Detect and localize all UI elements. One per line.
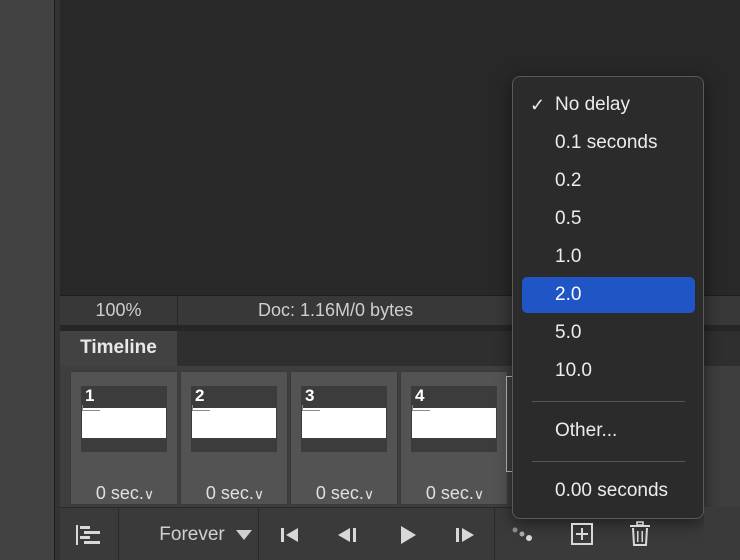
first-frame-icon[interactable] xyxy=(275,508,305,560)
frame-delay-value: 0 sec. xyxy=(205,483,254,503)
frame-2[interactable]: 2 0 sec.∨ xyxy=(180,371,288,505)
divider xyxy=(258,508,259,560)
timeline-convert-icon[interactable] xyxy=(60,508,118,560)
frame-3[interactable]: 3 0 sec.∨ xyxy=(290,371,398,505)
menu-divider xyxy=(532,401,685,402)
menu-item-other[interactable]: Other... xyxy=(522,413,695,449)
menu-item-label: 5.0 xyxy=(555,322,582,343)
frame-4[interactable]: 4 0 sec.∨ xyxy=(400,371,508,505)
zoom-level[interactable]: 100% xyxy=(60,296,178,325)
divider xyxy=(494,508,495,560)
frame-delay-value: 0 sec. xyxy=(315,483,364,503)
menu-item-label: 2.0 xyxy=(555,284,582,305)
checkmark-icon: ✓ xyxy=(530,95,546,115)
chevron-down-icon: ∨ xyxy=(363,486,375,502)
tab-timeline[interactable]: Timeline xyxy=(60,331,177,366)
frame-delay-selector[interactable]: 0 sec.∨ xyxy=(181,483,289,504)
left-toolbar xyxy=(0,0,55,560)
frame-delay-value: 0 sec. xyxy=(95,483,144,503)
frame-number: 2 xyxy=(195,386,205,405)
trash-icon[interactable] xyxy=(625,507,655,560)
frame-delay-value: 0 sec. xyxy=(425,483,474,503)
loop-options-dropdown[interactable]: Forever xyxy=(126,508,258,560)
menu-item-label: 0.00 seconds xyxy=(555,480,669,501)
menu-item-label: 0.1 seconds xyxy=(555,132,658,153)
frame-delay-selector[interactable]: 0 sec.∨ xyxy=(71,483,179,504)
chevron-down-icon: ∨ xyxy=(473,486,485,502)
doc-info[interactable]: Doc: 1.16M/0 bytes xyxy=(258,296,413,325)
menu-item-1-0[interactable]: 1.0 xyxy=(522,239,695,275)
tween-icon[interactable] xyxy=(508,507,538,560)
chevron-down-icon: ∨ xyxy=(143,486,155,502)
frame-number: 3 xyxy=(305,386,315,405)
next-frame-icon[interactable] xyxy=(450,508,480,560)
dropdown-arrow-icon xyxy=(236,530,252,540)
frame-delay-selector[interactable]: 0 sec.∨ xyxy=(291,483,399,504)
frame-number: 4 xyxy=(415,386,425,405)
menu-item-0-5[interactable]: 0.5 xyxy=(522,201,695,237)
menu-item-0-1-seconds[interactable]: 0.1 seconds xyxy=(522,125,695,161)
new-frame-icon[interactable] xyxy=(567,507,597,560)
menu-item-label: 10.0 xyxy=(555,360,592,381)
frame-1[interactable]: 1 0 sec.∨ xyxy=(70,371,178,505)
app-window: 100% Doc: 1.16M/0 bytes Timeline 1 0 sec… xyxy=(0,0,740,560)
menu-item-label: 1.0 xyxy=(555,246,582,267)
menu-item-0-2[interactable]: 0.2 xyxy=(522,163,695,199)
previous-frame-icon[interactable] xyxy=(332,508,362,560)
controls-right-group xyxy=(704,507,740,560)
menu-item-label: No delay xyxy=(555,94,630,115)
menu-item-no-delay[interactable]: ✓ No delay xyxy=(522,87,695,123)
menu-item-label: Other... xyxy=(555,420,618,441)
frame-number: 1 xyxy=(85,386,95,405)
chevron-down-icon: ∨ xyxy=(253,486,265,502)
menu-divider xyxy=(532,461,685,462)
loop-option-label: Forever xyxy=(159,523,225,545)
frame-delay-menu: ✓ No delay 0.1 seconds 0.2 0.5 1.0 2.0 5… xyxy=(512,76,704,519)
menu-item-label: 0.5 xyxy=(555,208,582,229)
menu-item-label: 0.2 xyxy=(555,170,582,191)
menu-item-5-0[interactable]: 5.0 xyxy=(522,315,695,351)
frame-delay-selector[interactable]: 0 sec.∨ xyxy=(401,483,509,504)
divider xyxy=(118,508,119,560)
menu-item-current-delay[interactable]: 0.00 seconds xyxy=(522,473,695,509)
play-icon[interactable] xyxy=(393,508,423,560)
menu-item-2-0[interactable]: 2.0 xyxy=(522,277,695,313)
menu-item-10-0[interactable]: 10.0 xyxy=(522,353,695,389)
